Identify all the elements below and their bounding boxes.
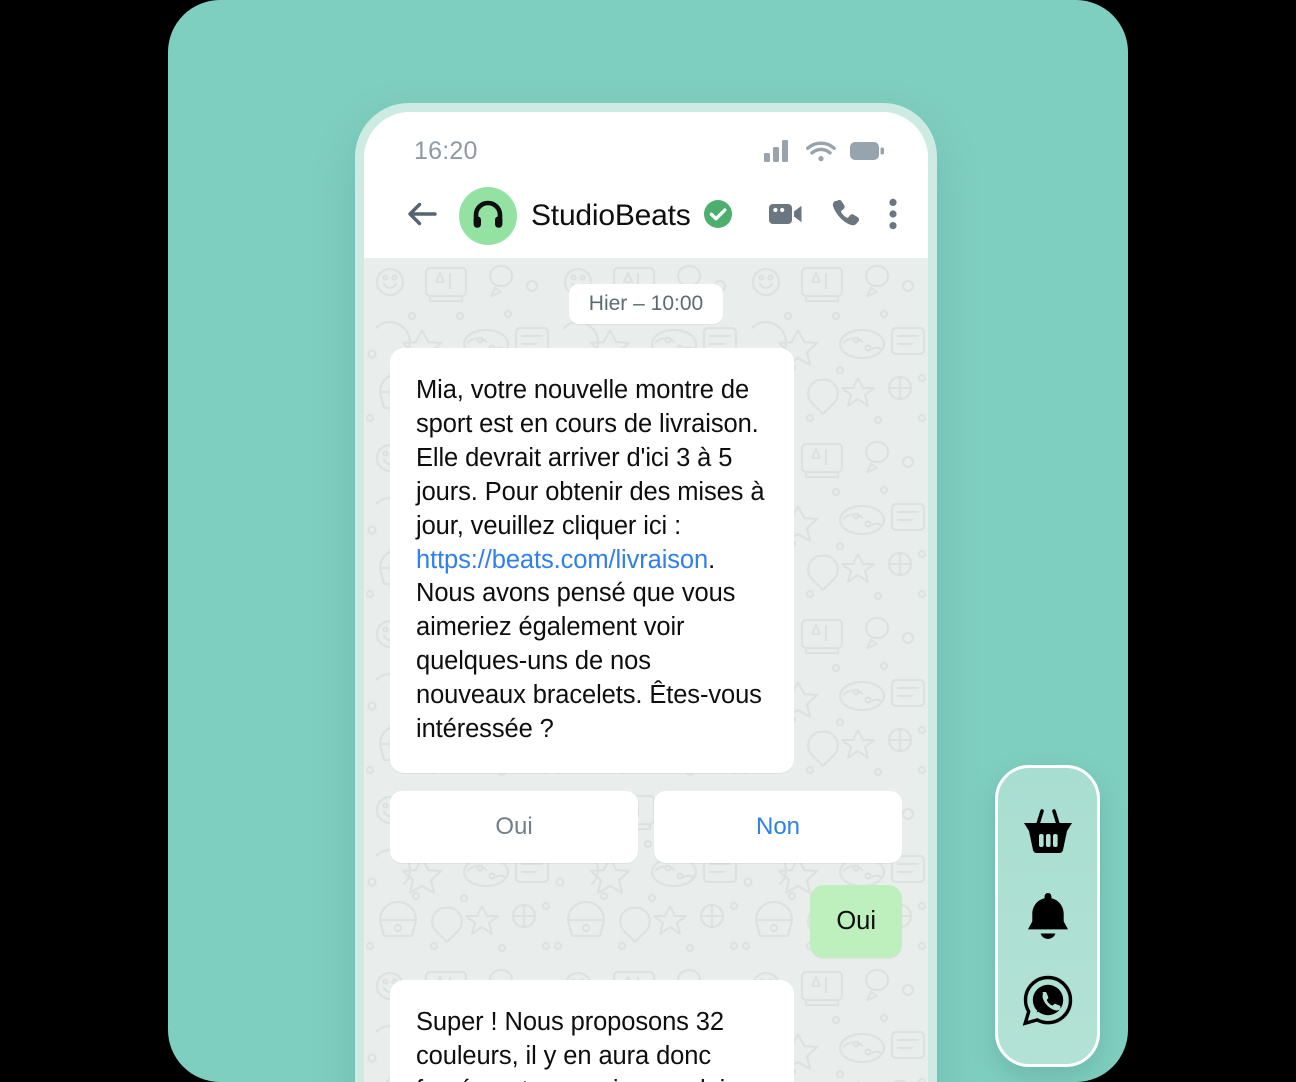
phone-device: 16:20 StudioBeats Hier – 10:00 Mia, votr… [355, 103, 937, 1082]
header-actions [769, 198, 906, 235]
message-text-part-1: Mia, votre nouvelle montre de sport est … [416, 376, 765, 540]
message-row-incoming-2: Super ! Nous proposons 32 couleurs, il y… [390, 979, 902, 1082]
verified-check-icon [703, 199, 733, 234]
chat-body: Hier – 10:00 Mia, votre nouvelle montre … [364, 258, 928, 1082]
avatar[interactable] [459, 187, 517, 245]
status-bar-time: 16:20 [414, 136, 478, 165]
voice-call-button[interactable] [831, 199, 860, 233]
quick-reply-no-button[interactable]: Non [654, 790, 902, 863]
notification-bell-icon [1024, 891, 1072, 941]
headphones-icon [472, 199, 504, 234]
message-bubble-incoming-1: Mia, votre nouvelle montre de sport est … [390, 348, 794, 773]
video-call-icon [769, 201, 803, 232]
status-bar-icons [764, 140, 884, 162]
phone-screen: 16:20 StudioBeats Hier – 10:00 Mia, votr… [364, 112, 928, 1082]
back-button[interactable] [404, 198, 440, 234]
quick-reply-buttons: Oui Non [390, 790, 902, 863]
status-bar: 16:20 [364, 112, 928, 174]
message-bubble-outgoing: Oui [810, 884, 902, 958]
screenshot-stage: 16:20 StudioBeats Hier – 10:00 Mia, votr… [0, 0, 1296, 1082]
back-arrow-icon [407, 201, 437, 232]
message-bubble-incoming-2: Super ! Nous proposons 32 couleurs, il y… [390, 979, 794, 1082]
whatsapp-icon [1022, 974, 1074, 1026]
contact-name: StudioBeats [531, 199, 691, 232]
shopping-basket-icon [1022, 808, 1074, 856]
wifi-icon [806, 140, 836, 162]
floating-side-panel [995, 765, 1100, 1067]
date-divider: Hier – 10:00 [568, 284, 724, 324]
shopping-basket-button[interactable] [1020, 804, 1076, 860]
video-call-button[interactable] [769, 201, 803, 232]
chat-content: Hier – 10:00 Mia, votre nouvelle montre … [390, 284, 902, 1082]
date-divider-row: Hier – 10:00 [390, 284, 902, 324]
chat-header: StudioBeats [364, 174, 928, 258]
voice-call-icon [831, 199, 860, 233]
verified-badge [703, 199, 733, 234]
notification-bell-button[interactable] [1020, 888, 1076, 944]
battery-icon [850, 141, 884, 161]
more-options-icon [888, 198, 898, 235]
delivery-tracking-link[interactable]: https://beats.com/livraison [416, 546, 708, 574]
whatsapp-button[interactable] [1020, 972, 1076, 1028]
signal-bars-icon [764, 140, 792, 162]
quick-reply-yes-button[interactable]: Oui [390, 790, 638, 863]
message-row-outgoing: Oui [390, 884, 902, 958]
message-text-part-2: . Nous avons pensé que vous aimeriez éga… [416, 545, 762, 744]
more-options-button[interactable] [888, 198, 898, 235]
